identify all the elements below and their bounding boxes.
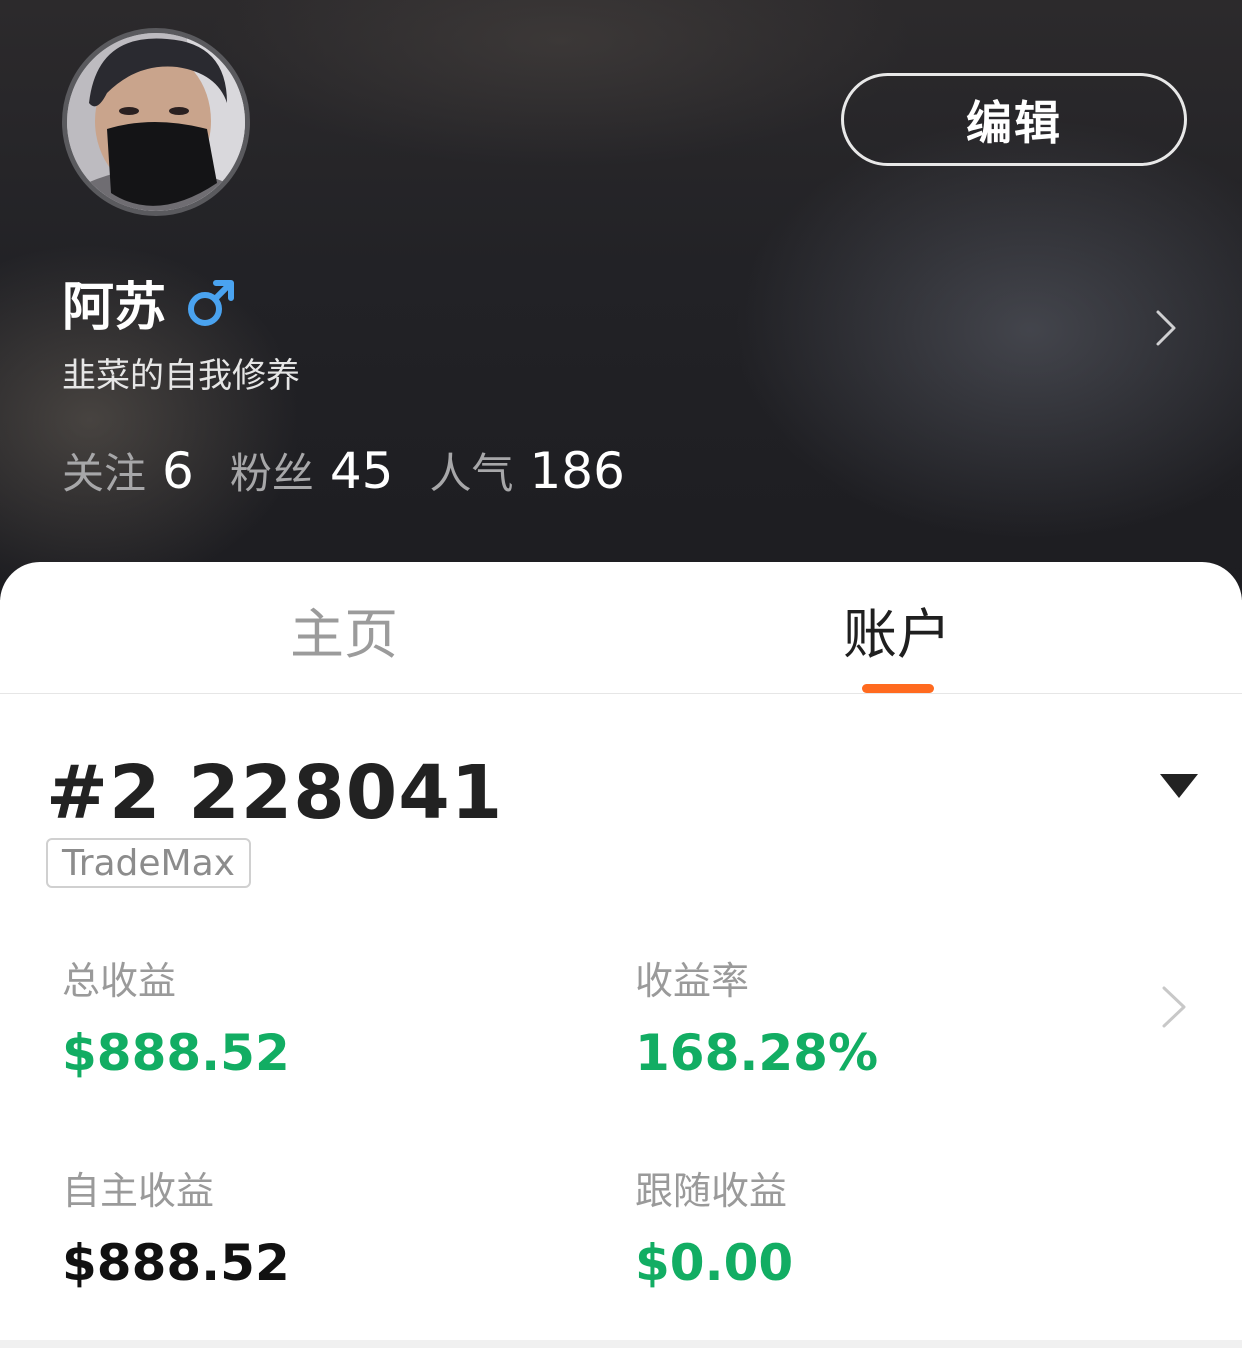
tab-account[interactable]: 账户 <box>843 590 951 669</box>
return-rate-label: 收益率 <box>635 959 750 1003</box>
stat-label: 人气 <box>429 449 514 498</box>
stat-value: 45 <box>329 442 394 500</box>
avatar[interactable] <box>62 28 250 216</box>
total-profit-value: $888.52 <box>62 1024 290 1082</box>
follow-profit-value: $0.00 <box>635 1234 794 1292</box>
self-profit-value: $888.52 <box>62 1234 290 1292</box>
stat-value: 186 <box>529 442 625 500</box>
stat-followers[interactable]: 粉丝 45 <box>230 440 394 501</box>
profile-stats: 关注 6 粉丝 45 人气 186 <box>62 440 661 501</box>
chevron-right-icon[interactable] <box>1158 984 1188 1030</box>
tab-bar: 主页 账户 <box>0 562 1242 694</box>
male-symbol-icon <box>188 279 235 326</box>
stat-popularity: 人气 186 <box>429 440 624 501</box>
self-profit-label: 自主收益 <box>62 1169 215 1213</box>
stat-value: 6 <box>162 442 194 500</box>
user-name: 阿苏 <box>62 278 167 338</box>
chevron-right-icon[interactable] <box>1150 308 1180 348</box>
return-rate-value: 168.28% <box>635 1024 879 1082</box>
stat-label: 关注 <box>62 449 147 498</box>
avatar-image <box>67 33 245 211</box>
profile-header: 编辑 阿苏 韭菜的自我修养 关注 6 粉丝 45 人气 186 <box>0 0 1242 600</box>
tab-home[interactable]: 主页 <box>290 590 398 669</box>
caret-down-icon[interactable] <box>1160 774 1198 798</box>
section-divider <box>0 1340 1242 1348</box>
broker-tag: TradeMax <box>46 838 251 888</box>
name-row: 阿苏 <box>62 265 236 340</box>
active-tab-indicator <box>862 684 934 693</box>
total-profit-label: 总收益 <box>62 959 177 1003</box>
stat-following[interactable]: 关注 6 <box>62 440 194 501</box>
follow-profit-label: 跟随收益 <box>635 1169 788 1213</box>
content-panel: 主页 账户 #2 228041 TradeMax 总收益 $888.52 收益率… <box>0 562 1242 1340</box>
account-number: #2 228041 <box>46 750 504 836</box>
user-bio: 韭菜的自我修养 <box>62 356 300 396</box>
stat-label: 粉丝 <box>229 449 314 498</box>
edit-profile-button[interactable]: 编辑 <box>841 73 1187 166</box>
